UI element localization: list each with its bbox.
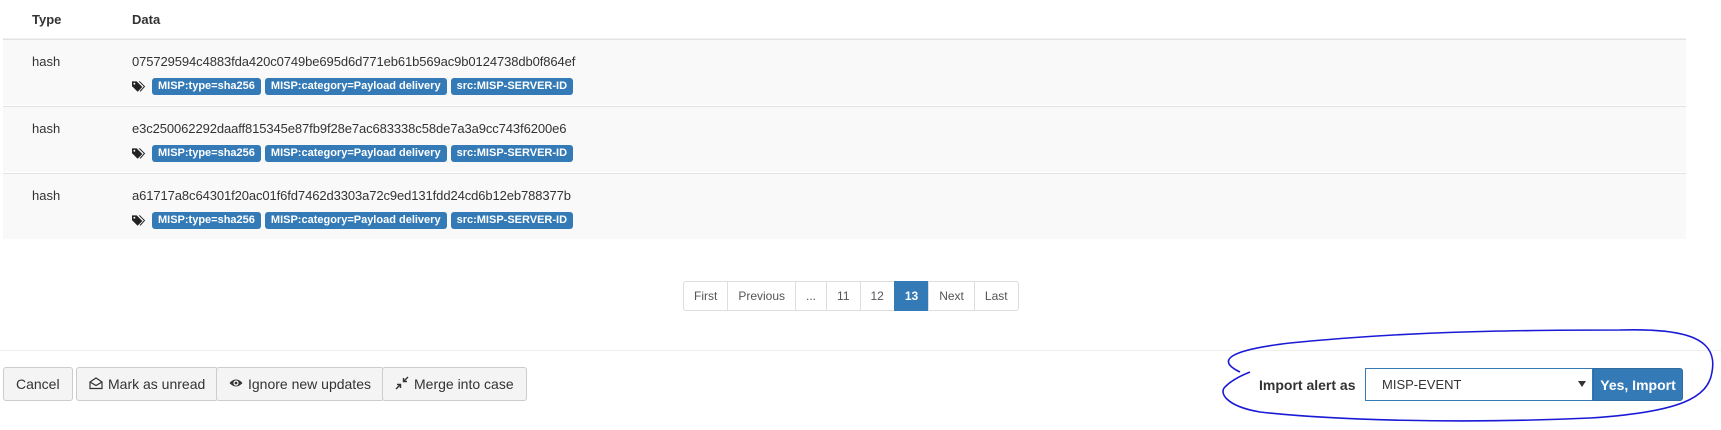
observables-table: Type Data hash 075729594c4883fda420c0749… (3, 0, 1686, 239)
column-header-type: Type (32, 11, 62, 27)
import-type-value: MISP-EVENT (1382, 377, 1462, 392)
table-header: Type Data (3, 0, 1686, 39)
row-data-value: e3c250062292daaff815345e87fb9f28e7ac6833… (132, 121, 567, 136)
row-type: hash (32, 121, 61, 136)
column-header-data: Data (132, 11, 161, 27)
row-type: hash (32, 188, 61, 203)
tag-badge[interactable]: MISP:category=Payload delivery (264, 212, 447, 229)
page-ellipsis[interactable]: ... (795, 281, 828, 311)
merge-into-case-button[interactable]: Merge into case (382, 367, 527, 401)
tag-list: MISP:type=sha256 MISP:category=Payload d… (132, 145, 574, 162)
ignore-new-updates-button[interactable]: Ignore new updates (216, 367, 384, 401)
page-previous[interactable]: Previous (727, 281, 797, 311)
row-data-value: 075729594c4883fda420c0749be695d6d771eb61… (132, 54, 576, 69)
tag-badge[interactable]: src:MISP-SERVER-ID (450, 78, 574, 95)
cancel-button[interactable]: Cancel (3, 367, 73, 401)
table-row: hash a61717a8c64301f20ac01f6fd7462d3303a… (3, 173, 1686, 239)
tags-icon (132, 214, 147, 228)
page-last[interactable]: Last (973, 281, 1019, 311)
caret-down-icon (1578, 381, 1586, 387)
tag-list: MISP:type=sha256 MISP:category=Payload d… (132, 78, 575, 95)
tags-icon (132, 147, 147, 161)
page-next[interactable]: Next (928, 281, 975, 311)
mark-as-unread-label: Mark as unread (108, 376, 206, 392)
page-13-active[interactable]: 13 (893, 281, 930, 311)
page-first[interactable]: First (683, 281, 729, 311)
tag-badge[interactable]: src:MISP-SERVER-ID (450, 145, 574, 162)
page-11[interactable]: 11 (826, 281, 861, 311)
merge-into-case-label: Merge into case (414, 376, 514, 392)
tag-badge[interactable]: MISP:type=sha256 (152, 145, 261, 162)
import-alert-label: Import alert as (1259, 377, 1356, 393)
tag-badge[interactable]: src:MISP-SERVER-ID (450, 212, 574, 229)
envelope-open-icon (89, 376, 103, 393)
table-row: hash e3c250062292daaff815345e87fb9f28e7a… (3, 106, 1686, 172)
row-type: hash (32, 54, 61, 69)
import-type-select[interactable]: MISP-EVENT (1365, 368, 1593, 401)
pagination: First Previous ... 11 12 13 Next Last (683, 281, 1019, 311)
row-data-value: a61717a8c64301f20ac01f6fd7462d3303a72c9e… (132, 188, 571, 203)
table-row: hash 075729594c4883fda420c0749be695d6d77… (3, 39, 1686, 105)
cancel-label: Cancel (16, 376, 60, 392)
modal-footer: Cancel Mark as unread Ignore new updates… (0, 350, 1721, 430)
tag-badge[interactable]: MISP:category=Payload delivery (264, 145, 447, 162)
ignore-new-updates-label: Ignore new updates (248, 376, 371, 392)
tag-badge[interactable]: MISP:category=Payload delivery (264, 78, 447, 95)
yes-import-button[interactable]: Yes, Import (1593, 368, 1683, 401)
tag-list: MISP:type=sha256 MISP:category=Payload d… (132, 212, 574, 229)
page-12[interactable]: 12 (859, 281, 895, 311)
tags-icon (132, 80, 147, 94)
eye-icon (229, 376, 243, 393)
compress-icon (395, 376, 409, 393)
tag-badge[interactable]: MISP:type=sha256 (152, 78, 261, 95)
mark-as-unread-button[interactable]: Mark as unread (76, 367, 219, 401)
tag-badge[interactable]: MISP:type=sha256 (152, 212, 261, 229)
